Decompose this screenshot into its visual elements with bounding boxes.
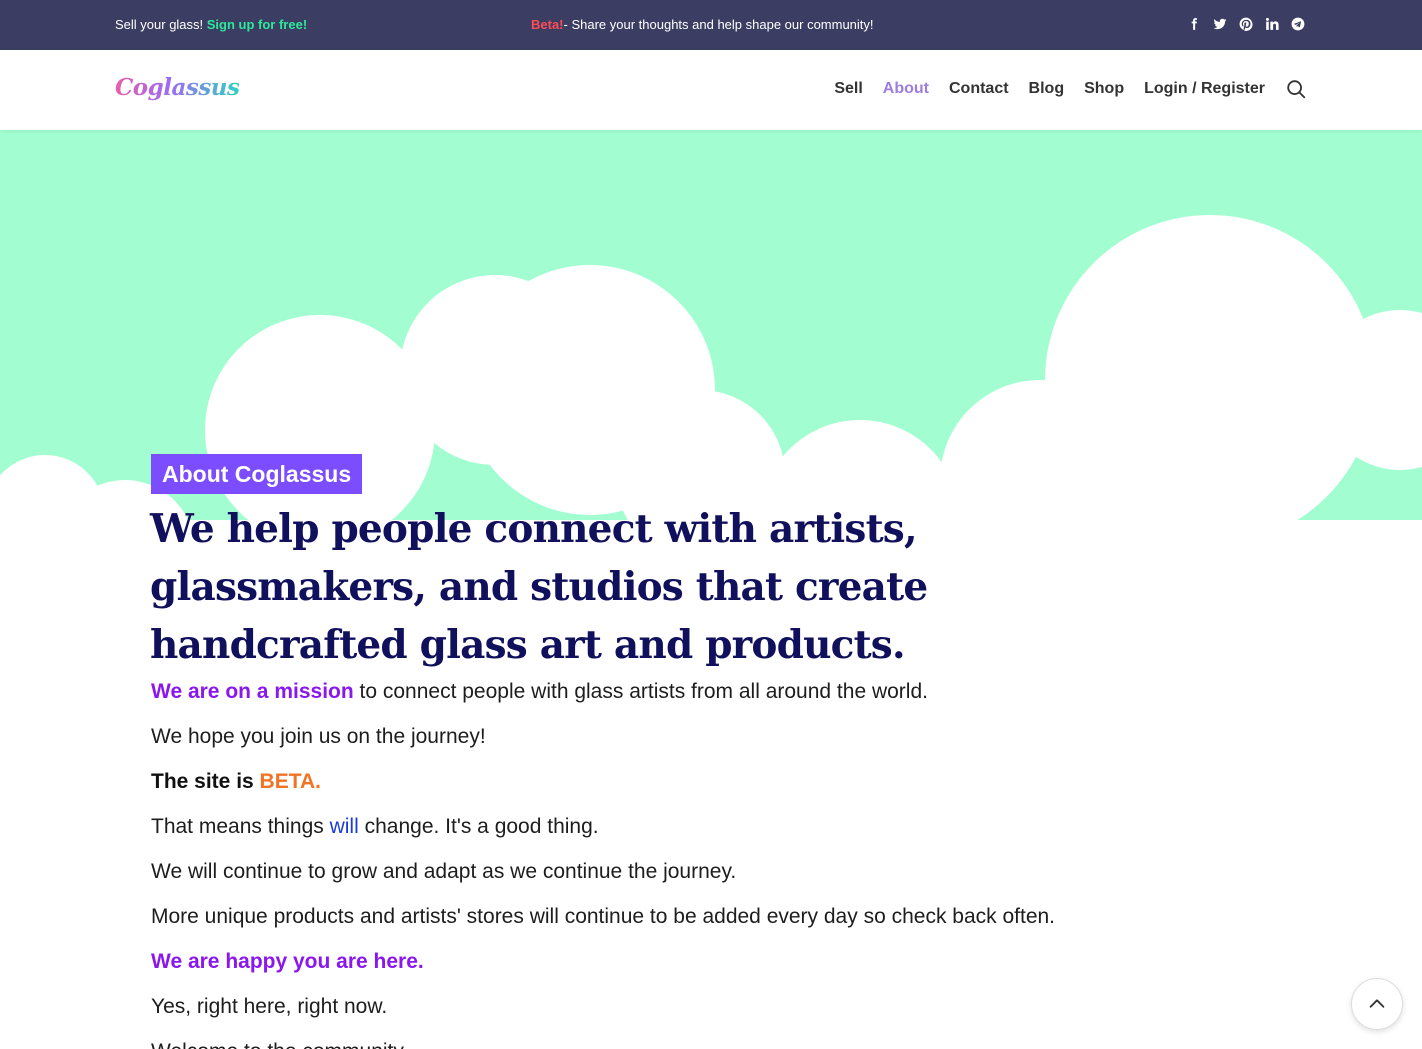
mission-highlight: We are on a mission: [151, 680, 354, 703]
will-highlight: will: [329, 815, 359, 838]
beta-highlight: BETA.: [259, 770, 321, 793]
nav-sell[interactable]: Sell: [834, 80, 862, 98]
site-header: Coglassus Sell About Contact Blog Shop L…: [0, 50, 1422, 130]
chevron-up-icon: [1369, 999, 1385, 1008]
nav-login-register[interactable]: Login / Register: [1144, 80, 1265, 98]
paragraph-change: That means things will change. It's a go…: [151, 811, 1055, 856]
nav-shop[interactable]: Shop: [1084, 80, 1124, 98]
paragraph-mission: We are on a mission to connect people wi…: [151, 676, 1055, 721]
scroll-to-top-button[interactable]: [1351, 978, 1403, 1030]
paragraph-happy: We are happy you are here.: [151, 950, 424, 973]
beta-lead: The site is: [151, 770, 260, 793]
beta-notice: Beta!- Share your thoughts and help shap…: [531, 17, 874, 32]
paragraph-welcome: Welcome to the community.: [151, 1036, 1055, 1049]
nav-about[interactable]: About: [883, 80, 929, 98]
page-headline: We help people connect with artists, gla…: [150, 506, 928, 668]
mission-text: to connect people with glass artists fro…: [353, 680, 928, 703]
search-icon[interactable]: [1285, 78, 1307, 100]
top-announcement-bar: Sell your glass! Sign up for free! Beta!…: [0, 0, 1422, 50]
sell-promo: Sell your glass! Sign up for free!: [115, 17, 307, 32]
about-content: We are on a mission to connect people wi…: [151, 676, 1055, 1049]
hero-section: About Coglassus We help people connect w…: [0, 130, 1422, 1049]
linkedin-icon[interactable]: [1264, 15, 1280, 33]
paragraph-beta: The site is BETA.: [151, 766, 1055, 811]
change-text-b: change. It's a good thing.: [358, 815, 599, 838]
site-logo[interactable]: Coglassus: [115, 74, 240, 101]
sell-promo-text: Sell your glass!: [115, 17, 207, 32]
paragraph-right-here: Yes, right here, right now.: [151, 995, 388, 1018]
change-text-a: That means things: [151, 815, 330, 838]
nav-blog[interactable]: Blog: [1029, 80, 1065, 98]
social-links: [1186, 15, 1306, 33]
twitter-icon[interactable]: [1212, 15, 1228, 33]
paragraph-grow: We will continue to grow and adapt as we…: [151, 860, 737, 883]
paragraph-journey: We hope you join us on the journey!: [151, 725, 486, 748]
pinterest-icon[interactable]: [1238, 15, 1254, 33]
about-badge: About Coglassus: [151, 454, 363, 494]
beta-label: Beta!: [531, 17, 564, 32]
telegram-icon[interactable]: [1290, 15, 1306, 33]
nav-contact[interactable]: Contact: [949, 80, 1009, 98]
paragraph-products: More unique products and artists' stores…: [151, 905, 1056, 928]
facebook-icon[interactable]: [1186, 15, 1202, 33]
beta-notice-text: - Share your thoughts and help shape our…: [563, 17, 874, 32]
main-nav: Sell About Contact Blog Shop Login / Reg…: [814, 78, 1307, 100]
signup-link[interactable]: Sign up for free!: [207, 17, 307, 32]
